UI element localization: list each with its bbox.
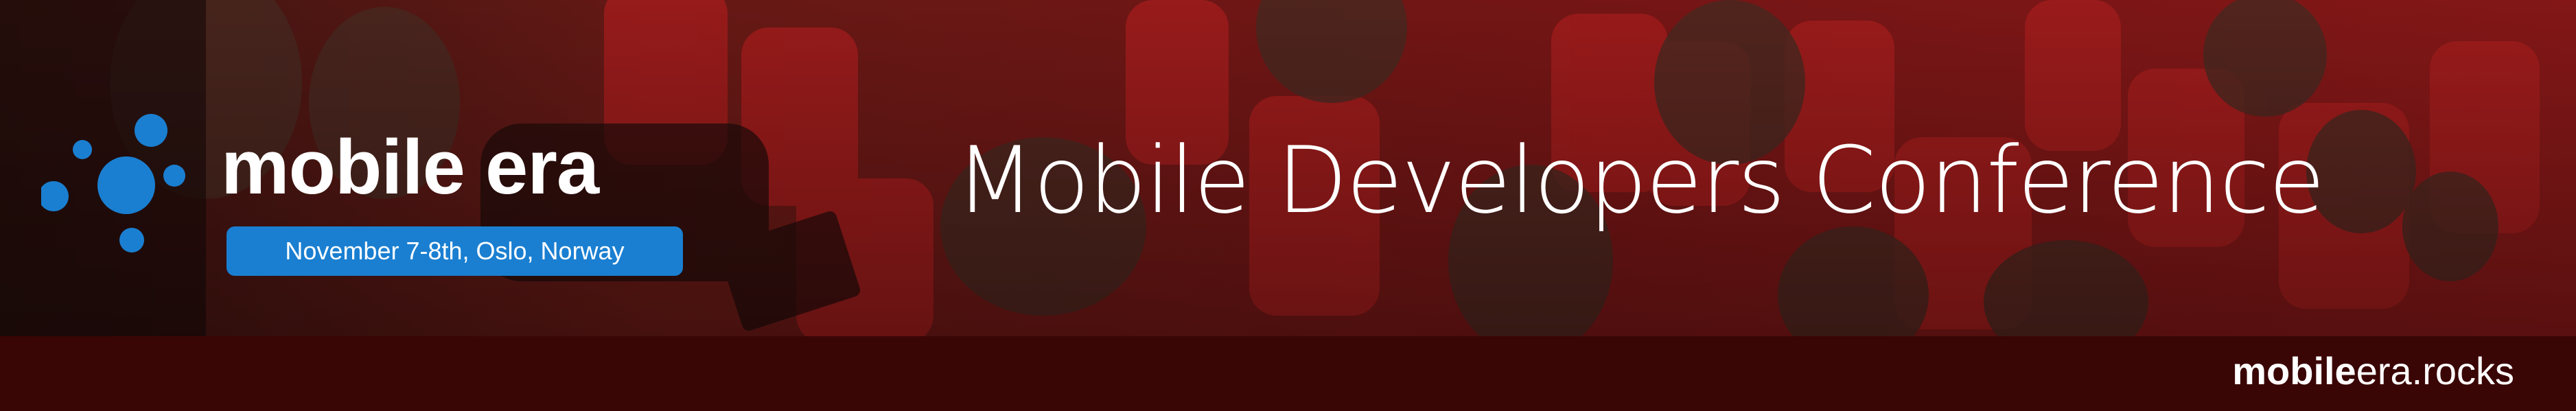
- mobile-era-logo: mobile era November 7-8th, Oslo, Norway: [41, 110, 683, 288]
- conference-banner: mobile era November 7-8th, Oslo, Norway …: [0, 0, 2576, 411]
- website-rest-part: era.rocks: [2356, 349, 2514, 392]
- website-link[interactable]: mobileera.rocks: [2232, 352, 2514, 390]
- event-date-badge: November 7-8th, Oslo, Norway: [227, 226, 683, 276]
- website-bold-part: mobile: [2232, 349, 2356, 392]
- dot-cluster-icon: [41, 114, 185, 253]
- footer-bar: [0, 336, 2576, 411]
- logo-wordmark: mobile era: [221, 124, 599, 210]
- conference-headline: Mobile Developers Conference: [955, 127, 2325, 234]
